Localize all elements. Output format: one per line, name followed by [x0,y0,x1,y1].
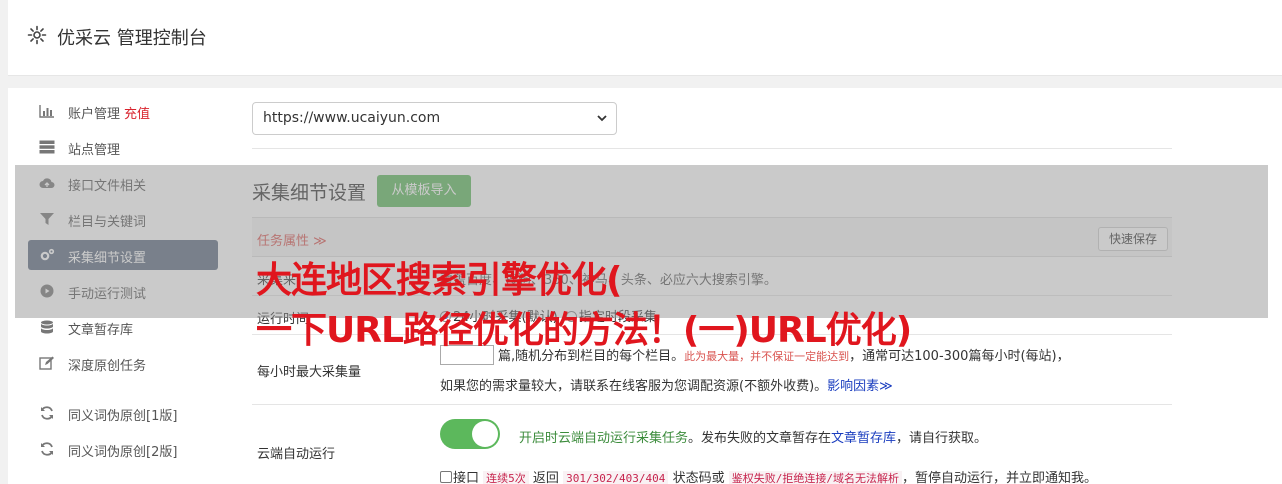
cloud-run-toggle[interactable] [440,419,500,449]
factors-link[interactable]: 影响因素≫ [827,379,893,394]
sidebar-item-sites[interactable]: 站点管理 [28,132,218,162]
fail-text-a: 接口 [453,471,480,484]
divider [252,148,1172,149]
site-select[interactable]: https://www.ucaiyun.com [252,102,617,135]
fail-code-2: 301/302/403/404 [563,471,669,484]
server-icon [39,140,55,154]
sidebar-item-label: 深度原创任务 [68,359,147,374]
chevron-down-icon [597,115,607,122]
fail-code-1: 连续5次 [483,471,529,484]
sidebar-item-label: 站点管理 [68,143,121,158]
recharge-link[interactable]: 充值 [124,107,150,122]
sidebar-item-label: 同义词伪原创[1版] [68,409,178,424]
sidebar-item-label: 同义词伪原创[2版] [68,445,178,460]
bar-chart-icon [39,105,54,118]
sidebar-item-synonym-v1[interactable]: 同义词伪原创[1版] [28,398,218,428]
auto-run-text-2: 。发布失败的文章暂存在 [688,431,832,446]
overlay-headline-1: 大连地区搜索引擎优化( [256,260,622,301]
sidebar-item-label: 文章暂存库 [68,323,134,338]
sidebar-item-deep-original[interactable]: 深度原创任务 [28,348,218,378]
fail-text-d: ，暂停自动运行，并立即通知我。 [901,471,1097,484]
gear-icon [27,25,47,45]
refresh-icon [41,442,53,456]
auto-run-text: 开启时云端自动运行采集任务 [519,431,689,446]
pause-on-fail-checkbox[interactable] [440,471,452,483]
page-title: 优采云 管理控制台 [57,28,207,49]
top-bar: 优采云 管理控制台 [8,0,1282,76]
contact-text: 如果您的需求量较大，请联系在线客服为您调配资源(不额外收费)。 [440,379,828,394]
overlay-headline-2: 一下URL路径优化的方法！(一)URL优化) [256,310,912,351]
auto-run-text-3: ，请自行获取。 [896,431,988,446]
refresh-icon [41,406,53,420]
fail-code-3: 鉴权失败/拒绝连接/域名无法解析 [728,471,902,484]
sidebar-item-label: 账户管理 [68,107,121,122]
row-label: 云端自动运行 [257,447,336,462]
row-label: 每小时最大采集量 [257,365,362,380]
sidebar-item-account[interactable]: 账户管理 充值 [28,96,218,126]
edit-icon [39,356,54,370]
sidebar-item-synonym-v2[interactable]: 同义词伪原创[2版] [28,434,218,464]
fail-text-c: 状态码或 [672,471,725,484]
table-row: 云端自动运行 开启时云端自动运行采集任务。发布失败的文章暂存在文章暂存库，请自行… [252,405,1172,484]
database-icon [41,320,53,334]
site-select-value: https://www.ucaiyun.com [263,110,441,126]
gray-overlay [15,165,1268,318]
fail-text-b: 返回 [532,471,559,484]
article-storage-link[interactable]: 文章暂存库 [831,431,896,446]
